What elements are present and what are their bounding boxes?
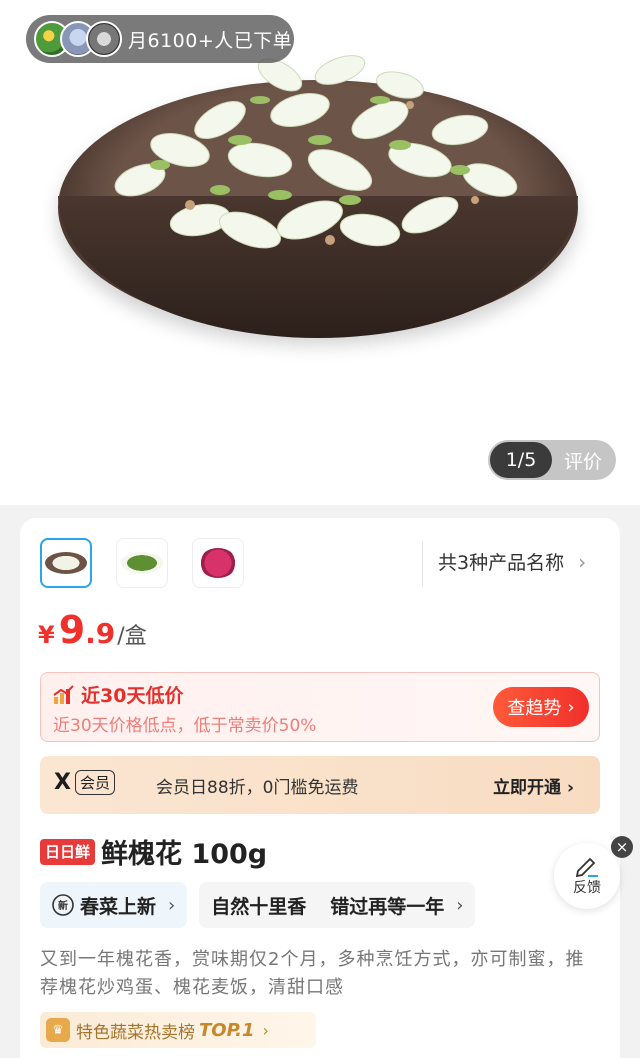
tag-label: 春菜上新 [80, 895, 157, 918]
low-price-banner: 近30天低价 近30天价格低点，低于常卖价50% 查趋势 › [40, 672, 600, 742]
currency-symbol: ¥ [38, 621, 55, 649]
feedback-label: 反馈 [573, 880, 601, 896]
trophy-icon: ♛ [46, 1018, 70, 1042]
activate-membership-button[interactable]: 立即开通 › [493, 773, 574, 798]
view-trend-button[interactable]: 查趋势 › [493, 687, 589, 727]
low-price-subtitle: 近30天价格低点，低于常卖价50% [53, 716, 317, 736]
new-badge-icon: 新 [52, 894, 74, 916]
membership-logo: X 会员 [54, 770, 115, 795]
variant-count-label: 共3种产品名称 [438, 552, 565, 574]
variant-thumb-2[interactable] [116, 538, 168, 588]
product-info-card: 共3种产品名称 › ¥ 9 .9 /盒 近30天低价 近30天价格低点，低于常卖… [20, 518, 620, 1058]
price-integer: 9 [58, 608, 86, 652]
tag-label: 错过再等一年 [330, 895, 445, 918]
tag-fragrance[interactable]: 自然十里香 错过再等一年 › [199, 882, 476, 928]
feature-tags: 新 春菜上新 › 自然十里香 错过再等一年 › [40, 882, 476, 928]
chevron-right-icon: › [578, 549, 587, 574]
low-price-title: 近30天低价 [53, 681, 183, 708]
price: ¥ 9 .9 /盒 [38, 608, 147, 652]
membership-text: 会员日88折，0门槛免运费 [156, 778, 359, 798]
dish-icon [45, 552, 87, 574]
chevron-right-icon: › [566, 778, 574, 798]
image-position: 1/5 [490, 442, 552, 478]
chevron-right-icon: › [456, 894, 464, 916]
image-counter[interactable]: 1/5 评价 [488, 440, 616, 480]
low-price-title-text: 近30天低价 [81, 685, 184, 707]
leaf-icon [121, 552, 163, 574]
buyers-count-text: 月6100+人已下单 [128, 29, 293, 52]
svg-text:新: 新 [58, 899, 68, 912]
chevron-right-icon: › [567, 696, 575, 718]
product-title: 鲜槐花 100g [101, 839, 268, 870]
variant-thumbnails [40, 538, 244, 588]
divider [422, 542, 423, 586]
recent-buyers-pill: 月6100+人已下单 [26, 15, 294, 63]
price-unit: /盒 [117, 624, 147, 649]
feedback-button[interactable]: 反馈 [554, 843, 620, 909]
variant-thumb-1[interactable] [40, 538, 92, 588]
price-decimal: .9 [85, 617, 116, 650]
ranking-text: 特色蔬菜热卖榜 [76, 1022, 195, 1043]
product-image-gallery[interactable]: 月6100+人已下单 1/5 评价 [0, 0, 640, 505]
close-icon[interactable]: × [611, 836, 633, 858]
membership-tag: 会员 [74, 770, 115, 795]
flower-icon [199, 548, 237, 578]
ranking-badge[interactable]: ♛ 特色蔬菜热卖榜 TOP.1 › [40, 1012, 316, 1048]
ranking-top: TOP.1 [199, 1019, 255, 1041]
avatar [86, 21, 122, 57]
edit-icon [575, 857, 598, 877]
review-tab[interactable]: 评价 [564, 447, 602, 474]
activate-label: 立即开通 [493, 778, 562, 798]
fresh-badge: 日日鲜 [40, 838, 96, 865]
view-trend-label: 查趋势 [507, 698, 562, 719]
chevron-right-icon: › [262, 1020, 269, 1040]
variant-selector[interactable]: 共3种产品名称 › [438, 548, 586, 575]
product-description: 又到一年槐花香，赏味期仅2个月，多种烹饪方式，亦可制蜜，推荐槐花炒鸡蛋、槐花麦饭… [40, 949, 585, 998]
membership-banner[interactable]: X 会员 会员日88折，0门槛免运费 立即开通 › [40, 756, 600, 814]
acacia-flowers-image [114, 55, 518, 249]
chevron-right-icon: › [168, 894, 176, 916]
bar-chart-icon [53, 684, 74, 704]
variant-thumb-3[interactable] [192, 538, 244, 588]
x-logo-icon: X [54, 770, 71, 795]
buyer-avatars [34, 19, 140, 59]
product-title-row: 日日鲜 鲜槐花 100g [40, 832, 267, 871]
tag-spring-new[interactable]: 新 春菜上新 › [40, 882, 188, 928]
tag-label: 自然十里香 [211, 895, 307, 918]
